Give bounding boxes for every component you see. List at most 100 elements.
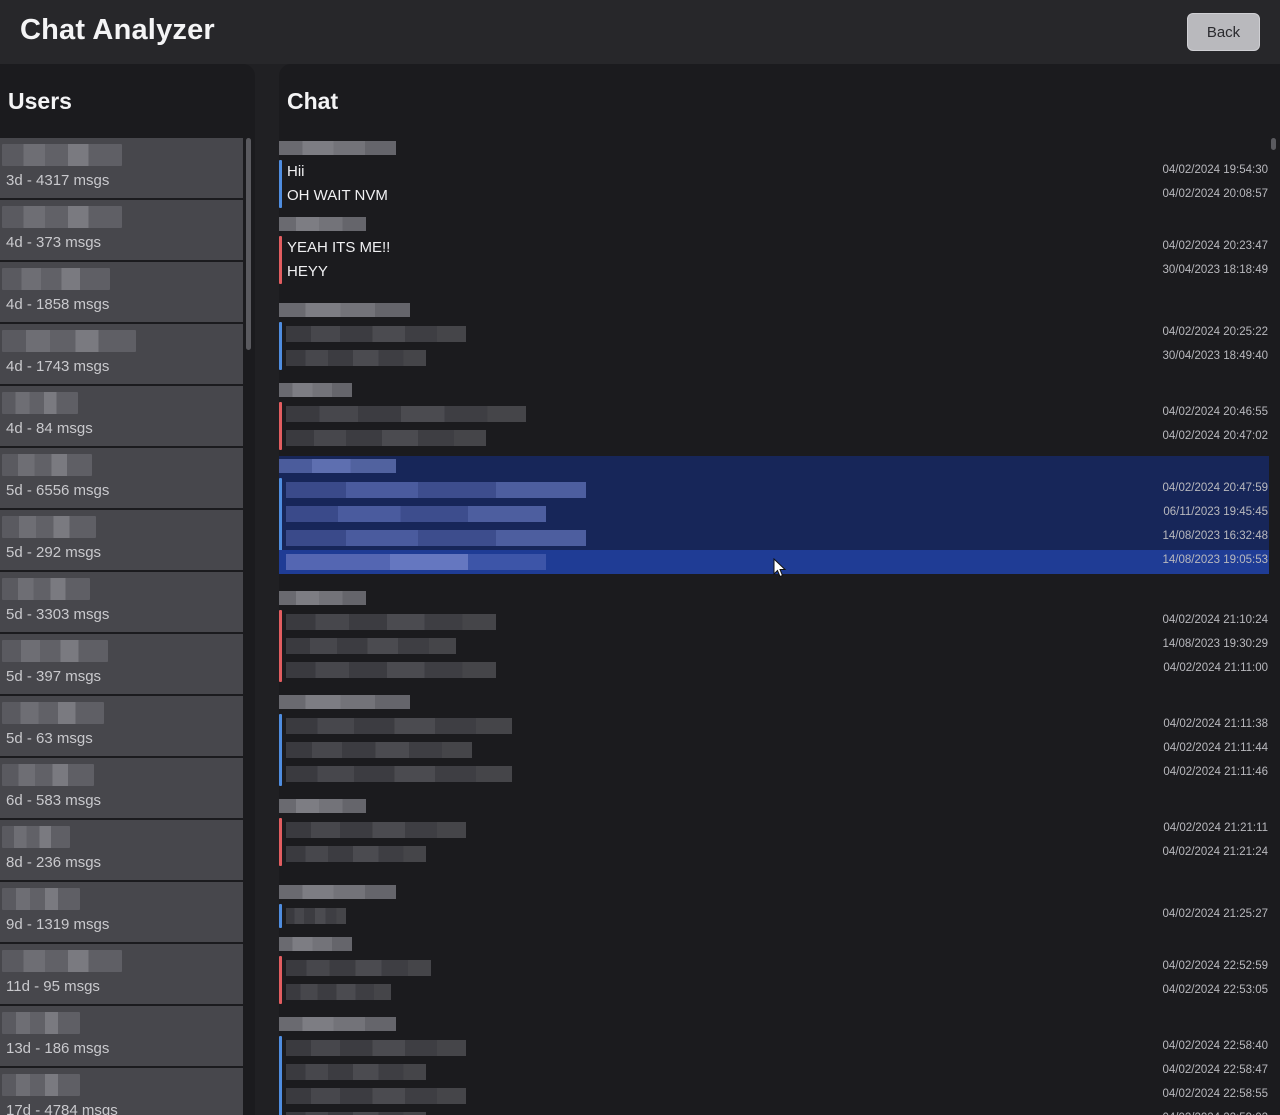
chat-message[interactable]: 06/11/2023 19:45:45 (279, 502, 1269, 526)
chat-message[interactable]: 04/02/2024 22:58:47 (279, 1060, 1269, 1084)
chat-message[interactable]: 04/02/2024 21:11:38 (279, 714, 1269, 738)
chat-message[interactable]: 04/02/2024 22:58:55 (279, 1084, 1269, 1108)
chat-message[interactable]: 04/02/2024 20:47:59 (279, 478, 1269, 502)
chat-message[interactable]: HEYY 30/04/2023 18:18:49 (279, 260, 1269, 284)
chat-message-group: 04/02/2024 22:52:59 04/02/2024 22:53:05 (279, 934, 1269, 1004)
message-timestamp: 04/02/2024 21:11:46 (1163, 766, 1268, 778)
user-meta: 5d - 6556 msgs (6, 482, 110, 499)
chat-message[interactable]: 04/02/2024 20:25:22 (279, 322, 1269, 346)
chat-message[interactable]: 04/02/2024 22:59:02 (279, 1108, 1269, 1115)
sender-name-redacted (279, 383, 352, 397)
sender-name-redacted (279, 141, 396, 155)
users-list[interactable]: 3d - 4317 msgs 4d - 373 msgs 4d - 1858 msg… (0, 138, 243, 1115)
user-list-item[interactable]: 5d - 63 msgs (0, 696, 243, 758)
users-scrollbar-thumb[interactable] (246, 138, 251, 350)
user-list-item[interactable]: 4d - 84 msgs (0, 386, 243, 448)
user-name-redacted (2, 888, 80, 910)
chat-message[interactable]: 04/02/2024 22:58:40 (279, 1036, 1269, 1060)
user-list-item[interactable]: 5d - 292 msgs (0, 510, 243, 572)
message-text-redacted (286, 614, 496, 630)
user-list-item[interactable]: 17d - 4784 msgs (0, 1068, 243, 1115)
chat-message[interactable]: 04/02/2024 21:21:11 (279, 818, 1269, 842)
user-list-item[interactable]: 4d - 373 msgs (0, 200, 243, 262)
message-timestamp: 04/02/2024 21:25:27 (1162, 908, 1268, 920)
message-text-redacted (286, 1088, 466, 1104)
sender-name-redacted (279, 937, 352, 951)
message-text-redacted (286, 718, 512, 734)
chat-message[interactable]: YEAH ITS ME!! 04/02/2024 20:23:47 (279, 236, 1269, 260)
chat-message[interactable]: 30/04/2023 18:49:40 (279, 346, 1269, 370)
message-timestamp: 04/02/2024 20:23:47 (1162, 240, 1268, 252)
chat-message[interactable]: 04/02/2024 21:25:27 (279, 904, 1269, 928)
user-list-item[interactable]: 6d - 583 msgs (0, 758, 243, 820)
chat-message[interactable]: 04/02/2024 21:11:00 (279, 658, 1269, 682)
chat-scrollbar[interactable] (1269, 138, 1278, 1115)
user-list-item[interactable]: 5d - 397 msgs (0, 634, 243, 696)
chat-message-group: Hii 04/02/2024 19:54:30 OH WAIT NVM 04/02/2… (279, 138, 1269, 208)
chat-message-group: YEAH ITS ME!! 04/02/2024 20:23:47 HEYY 30/0… (279, 214, 1269, 284)
chat-message[interactable]: OH WAIT NVM 04/02/2024 20:08:57 (279, 184, 1269, 208)
message-text-redacted (286, 1040, 466, 1056)
user-list-item[interactable]: 11d - 95 msgs (0, 944, 243, 1006)
chat-message[interactable]: 04/02/2024 22:52:59 (279, 956, 1269, 980)
message-timestamp: 04/02/2024 22:58:47 (1162, 1064, 1268, 1076)
chat-message[interactable]: 04/02/2024 21:11:44 (279, 738, 1269, 762)
chat-message[interactable]: 04/02/2024 21:10:24 (279, 610, 1269, 634)
users-panel-title: Users (8, 88, 72, 114)
user-meta: 8d - 236 msgs (6, 854, 102, 871)
message-text-redacted (286, 822, 466, 838)
user-list-item[interactable]: 9d - 1319 msgs (0, 882, 243, 944)
chat-message[interactable]: 04/02/2024 21:11:46 (279, 762, 1269, 786)
user-name-redacted (2, 454, 92, 476)
message-timestamp: 30/04/2023 18:18:49 (1162, 264, 1268, 276)
chat-message-group: 04/02/2024 20:25:22 30/04/2023 18:49:40 (279, 300, 1269, 370)
user-meta: 4d - 373 msgs (6, 234, 102, 251)
message-timestamp: 04/02/2024 21:11:38 (1163, 718, 1268, 730)
chat-message-group: 04/02/2024 20:47:59 06/11/2023 19:45:45 14… (279, 456, 1269, 574)
user-name-redacted (2, 206, 122, 228)
user-meta: 11d - 95 msgs (6, 978, 100, 995)
user-meta: 6d - 583 msgs (6, 792, 102, 809)
message-text-redacted (286, 430, 486, 446)
chat-message[interactable]: 04/02/2024 20:46:55 (279, 402, 1269, 426)
user-meta: 3d - 4317 msgs (6, 172, 110, 189)
message-text-redacted (286, 984, 391, 1000)
app-title: Chat Analyzer (20, 14, 215, 46)
chat-message[interactable]: 14/08/2023 16:32:48 (279, 526, 1269, 550)
user-name-redacted (2, 578, 90, 600)
message-timestamp: 30/04/2023 18:49:40 (1162, 350, 1268, 362)
chat-message-group: 04/02/2024 20:46:55 04/02/2024 20:47:02 (279, 380, 1269, 450)
user-list-item[interactable]: 4d - 1858 msgs (0, 262, 243, 324)
chat-message[interactable]: 04/02/2024 20:47:02 (279, 426, 1269, 450)
message-text-redacted (286, 766, 512, 782)
user-meta: 4d - 1858 msgs (6, 296, 110, 313)
user-list-item[interactable]: 4d - 1743 msgs (0, 324, 243, 386)
message-text-redacted (286, 1064, 426, 1080)
chat-message[interactable]: 14/08/2023 19:30:29 (279, 634, 1269, 658)
user-name-redacted (2, 702, 104, 724)
chat-message[interactable]: Hii 04/02/2024 19:54:30 (279, 160, 1269, 184)
user-list-item[interactable]: 5d - 3303 msgs (0, 572, 243, 634)
user-list-item[interactable]: 5d - 6556 msgs (0, 448, 243, 510)
user-list-item[interactable]: 3d - 4317 msgs (0, 138, 243, 200)
chat-message[interactable]: 04/02/2024 21:21:24 (279, 842, 1269, 866)
message-text: YEAH ITS ME!! (287, 239, 391, 256)
chat-panel-title: Chat (287, 88, 339, 114)
message-timestamp: 04/02/2024 20:08:57 (1162, 188, 1268, 200)
user-meta: 5d - 397 msgs (6, 668, 102, 685)
message-timestamp: 04/02/2024 21:10:24 (1162, 614, 1268, 626)
user-list-item[interactable]: 8d - 236 msgs (0, 820, 243, 882)
back-button[interactable]: Back (1187, 13, 1260, 51)
user-name-redacted (2, 268, 110, 290)
message-text-redacted (286, 846, 426, 862)
chat-message[interactable]: 04/02/2024 22:53:05 (279, 980, 1269, 1004)
message-timestamp: 04/02/2024 19:54:30 (1162, 164, 1268, 176)
chat-scrollbar-thumb[interactable] (1271, 138, 1276, 150)
users-scrollbar[interactable] (245, 138, 253, 1115)
message-text-redacted (286, 506, 546, 522)
message-timestamp: 04/02/2024 20:25:22 (1162, 326, 1268, 338)
message-timestamp: 04/02/2024 22:58:40 (1162, 1040, 1268, 1052)
message-text: OH WAIT NVM (287, 187, 388, 204)
user-list-item[interactable]: 13d - 186 msgs (0, 1006, 243, 1068)
sender-name-redacted (279, 695, 410, 709)
